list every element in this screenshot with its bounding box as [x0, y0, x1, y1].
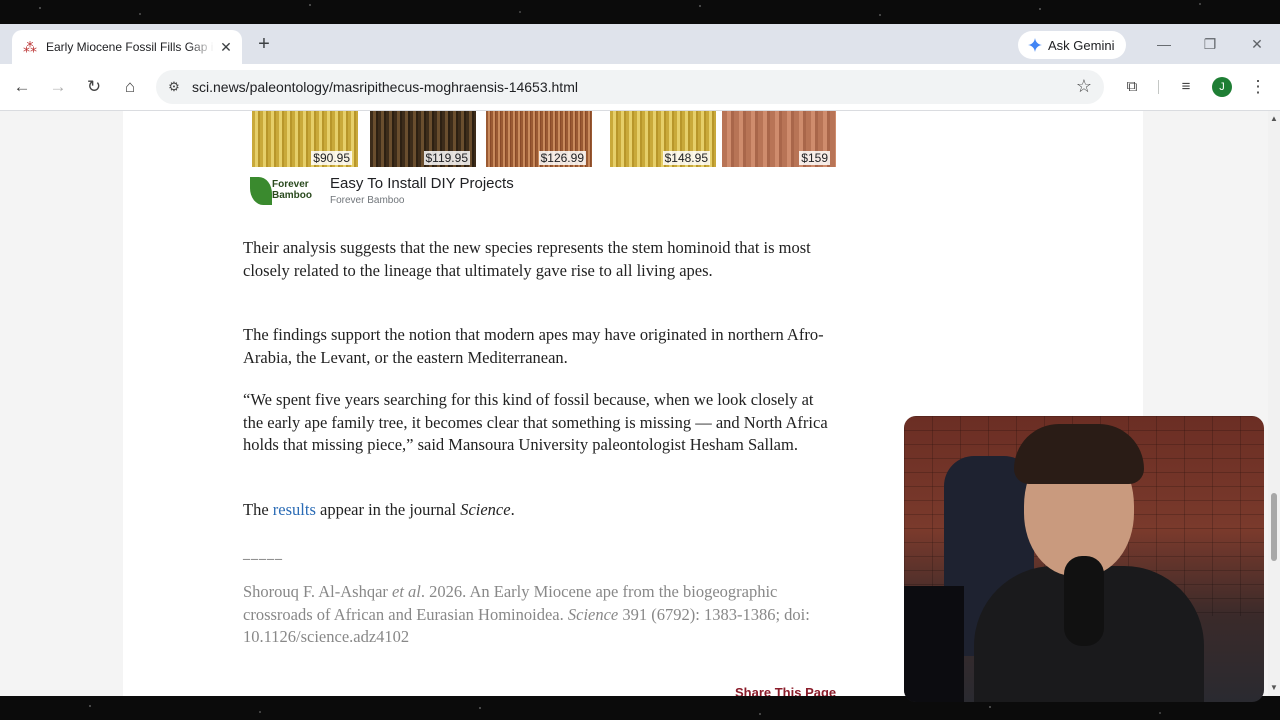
product-price: $119.95: [423, 151, 470, 165]
product-price: $159: [799, 151, 830, 165]
ad-product-3[interactable]: $126.99: [486, 111, 592, 167]
tab-strip: ⁂ Early Miocene Fossil Fills Gap in ✕ + …: [0, 24, 1280, 64]
person-hair: [1014, 424, 1144, 484]
scroll-down-icon[interactable]: ▼: [1270, 683, 1278, 692]
product-price: $90.95: [311, 151, 352, 165]
share-page-label: Share This Page: [735, 685, 837, 696]
ad-title[interactable]: Easy To Install DIY Projects: [330, 175, 514, 192]
ad-product-2[interactable]: $119.95: [370, 111, 476, 167]
article-paragraph-2: The findings support the notion that mod…: [243, 325, 824, 367]
site-info-icon[interactable]: ⚙: [164, 77, 184, 97]
menu-kebab-icon[interactable]: ⋮: [1246, 75, 1270, 99]
gemini-icon: [1028, 38, 1042, 52]
ad-brand: Forever Bamboo: [330, 195, 405, 206]
toolbar-divider: [1158, 80, 1159, 94]
bookmark-star-icon[interactable]: ☆: [1076, 76, 1092, 97]
ask-gemini-label: Ask Gemini: [1048, 37, 1115, 53]
browser-toolbar: ← → ↻ ⌂ ⚙ sci.news/paleontology/masripit…: [0, 64, 1280, 111]
ad-product-4[interactable]: $148.95: [610, 111, 716, 167]
article-paragraph-4: The results appear in the journal Scienc…: [243, 500, 515, 519]
tab-title: Early Miocene Fossil Fills Gap in: [46, 40, 214, 54]
results-link[interactable]: results: [273, 500, 316, 519]
forward-icon[interactable]: →: [46, 75, 70, 99]
article-quote: “We spent five years searching for this …: [243, 390, 828, 454]
webcam-overlay: [904, 416, 1264, 702]
profile-avatar[interactable]: J: [1212, 77, 1232, 97]
home-icon[interactable]: ⌂: [118, 75, 142, 99]
product-price: $148.95: [662, 151, 710, 165]
back-icon[interactable]: ←: [10, 75, 34, 99]
minimize-icon[interactable]: —: [1154, 34, 1174, 54]
close-window-icon[interactable]: ✕: [1247, 34, 1267, 54]
section-divider: _____: [243, 547, 283, 562]
ask-gemini-button[interactable]: Ask Gemini: [1018, 31, 1126, 59]
microphone: [1064, 556, 1104, 646]
restore-icon[interactable]: ❐: [1200, 34, 1220, 54]
ad-product-1[interactable]: $90.95: [252, 111, 358, 167]
scrollbar-thumb[interactable]: [1271, 493, 1277, 561]
ad-product-5[interactable]: $159: [722, 111, 836, 167]
url-text[interactable]: sci.news/paleontology/masripithecus-mogh…: [192, 79, 578, 95]
article-paragraph-1: Their analysis suggests that the new spe…: [243, 238, 811, 280]
lens-icon[interactable]: ⧉: [1120, 75, 1144, 99]
ad-banner[interactable]: $90.95 $119.95 $126.99 $148.95 $159 Fore…: [246, 111, 838, 207]
active-tab[interactable]: ⁂ Early Miocene Fossil Fills Gap in ✕: [12, 30, 242, 64]
close-tab-icon[interactable]: ✕: [218, 39, 234, 55]
forever-bamboo-logo: Forever Bamboo: [250, 177, 314, 205]
reload-icon[interactable]: ↻: [82, 75, 106, 99]
product-price: $126.99: [538, 151, 586, 165]
monitor-edge: [904, 586, 964, 702]
citation: Shorouq F. Al-Ashqar et al. 2026. An Ear…: [243, 582, 810, 646]
new-tab-icon[interactable]: +: [254, 34, 274, 54]
leaf-icon: [250, 177, 272, 205]
scroll-up-icon[interactable]: ▲: [1270, 114, 1278, 123]
address-bar[interactable]: ⚙ sci.news/paleontology/masripithecus-mo…: [156, 70, 1104, 104]
page-scrollbar[interactable]: ▲ ▼: [1268, 111, 1280, 696]
favicon-icon: ⁂: [23, 39, 37, 55]
media-controls-icon[interactable]: ≡: [1174, 75, 1198, 99]
logo-text: Forever Bamboo: [272, 179, 312, 201]
journal-name: Science: [460, 500, 511, 519]
